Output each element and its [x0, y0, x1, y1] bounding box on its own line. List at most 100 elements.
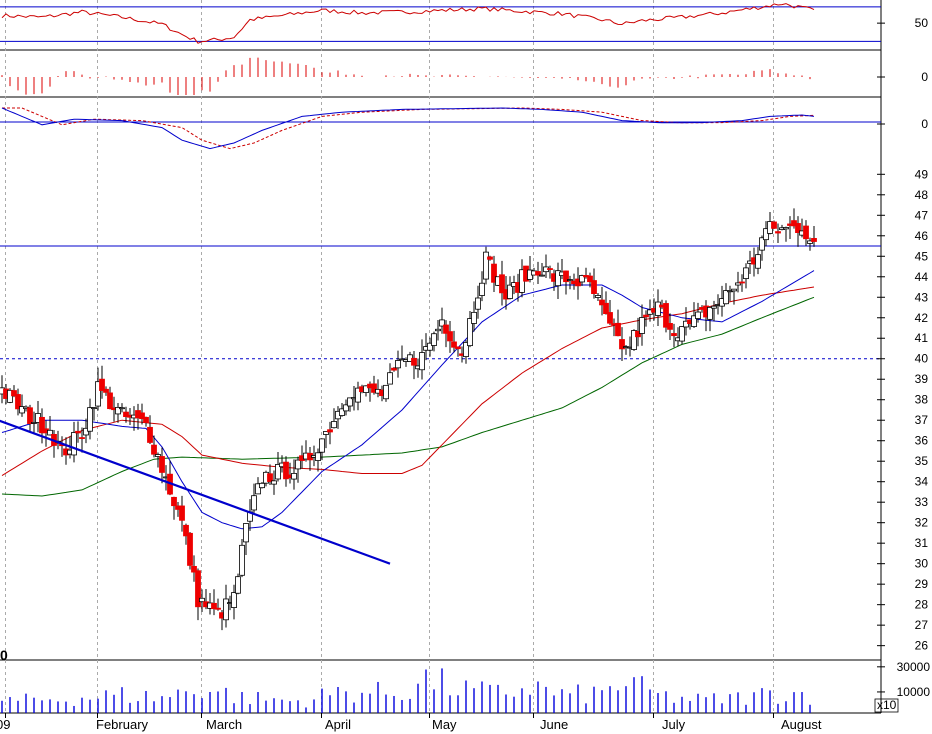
x-tick-label: March — [206, 717, 243, 732]
candle-body — [811, 238, 817, 242]
candle-body — [783, 227, 789, 230]
candle-body — [547, 268, 553, 270]
candle-body — [475, 297, 481, 310]
x-tick-label: August — [781, 717, 822, 732]
y-tick-label: 43 — [915, 290, 929, 304]
candle-body — [419, 352, 425, 371]
candle-body — [455, 346, 461, 350]
y-tick-label: 30000 — [897, 660, 931, 674]
candle-body — [159, 456, 165, 473]
candle-body — [607, 312, 613, 324]
x-tick-label: February — [96, 717, 149, 732]
y-tick-label: 42 — [915, 311, 929, 325]
candle-body — [603, 302, 609, 315]
candle-body — [595, 295, 601, 298]
y-tick-label: 32 — [915, 516, 929, 530]
candle-body — [171, 496, 177, 507]
candle-body — [151, 444, 157, 455]
candle-body — [803, 225, 809, 240]
y-tick-label: 30 — [915, 557, 929, 571]
candle-body — [107, 392, 113, 410]
candle-body — [655, 301, 661, 316]
candle-body — [755, 254, 761, 269]
candle-body — [591, 280, 597, 294]
candle-body — [723, 290, 729, 305]
candle-body — [391, 367, 397, 371]
candle-body — [483, 251, 489, 280]
candle-body — [259, 482, 265, 489]
candle-body — [271, 480, 277, 485]
candle-body — [251, 495, 257, 511]
y-tick-label: 0 — [921, 117, 928, 131]
candle-body — [643, 314, 649, 318]
candle-body — [451, 341, 457, 348]
candle-body — [199, 597, 205, 603]
y-tick-label: 31 — [915, 536, 929, 550]
candle-body — [507, 284, 513, 299]
candle-body — [471, 311, 477, 324]
candle-body — [639, 317, 645, 334]
candle-body — [479, 282, 485, 296]
candle-body — [743, 267, 749, 280]
candle-body — [291, 472, 297, 480]
x-tick-label: June — [540, 717, 569, 732]
y-tick-label: 49 — [915, 167, 929, 181]
candle-body — [243, 523, 249, 543]
candle-body — [315, 452, 321, 461]
x-tick-label: April — [325, 717, 352, 732]
y-tick-label: 39 — [915, 372, 929, 386]
y-tick-label: 27 — [915, 618, 929, 632]
candle-body — [327, 429, 333, 433]
y-tick-label: 28 — [915, 598, 929, 612]
candle-body — [187, 532, 193, 566]
candle-body — [319, 438, 325, 453]
y-tick-label: 37 — [915, 413, 929, 427]
y-tick-label: 48 — [915, 188, 929, 202]
y-tick-label: 33 — [915, 495, 929, 509]
candle-body — [711, 305, 717, 309]
candle-body — [535, 271, 541, 276]
candle-body — [387, 372, 393, 385]
candle-body — [99, 378, 105, 391]
candle-body — [235, 576, 241, 594]
stock-chart: 26 27 28 29 30 31 32 33 34 35 36 37 38 39 40 41 42 43 44 45… — [0, 0, 932, 734]
candle-body — [771, 221, 777, 229]
candle-body — [27, 407, 33, 424]
y-tick-label: 44 — [915, 270, 929, 284]
candle-body — [147, 426, 153, 443]
candle-body — [679, 326, 685, 342]
y-tick-label: 10000 — [897, 685, 931, 699]
volume-corner-label: 0 — [0, 647, 8, 663]
candle-body — [447, 331, 453, 342]
candle-body — [695, 311, 701, 319]
candle-body — [103, 388, 109, 393]
y-tick-label: 47 — [915, 208, 929, 222]
y-tick-label: 29 — [915, 577, 929, 591]
candle-body — [567, 279, 573, 281]
y-tick-label: 45 — [915, 249, 929, 263]
candle-body — [215, 607, 221, 610]
candle-body — [731, 288, 737, 292]
candle-body — [87, 407, 93, 432]
x-tick-label: July — [662, 717, 686, 732]
y-tick-label: 41 — [915, 331, 929, 345]
candle-body — [75, 430, 81, 434]
candle-body — [179, 505, 185, 521]
chart-background — [0, 0, 932, 734]
chart-frame — [0, 0, 932, 734]
candle-body — [707, 306, 713, 320]
candle-body — [667, 323, 673, 330]
candle-body — [539, 274, 545, 277]
candle-body — [231, 592, 237, 608]
candle-body — [143, 416, 149, 423]
candle-body — [431, 333, 437, 346]
candle-body — [267, 473, 273, 482]
candle-body — [223, 598, 229, 621]
candle-body — [395, 360, 401, 369]
y-tick-label: 40 — [915, 352, 929, 366]
candle-body — [383, 384, 389, 400]
candle-body — [331, 421, 337, 429]
candle-body — [79, 437, 85, 439]
x-tick-label: 09 — [0, 717, 11, 732]
y-tick-label: 35 — [915, 454, 929, 468]
